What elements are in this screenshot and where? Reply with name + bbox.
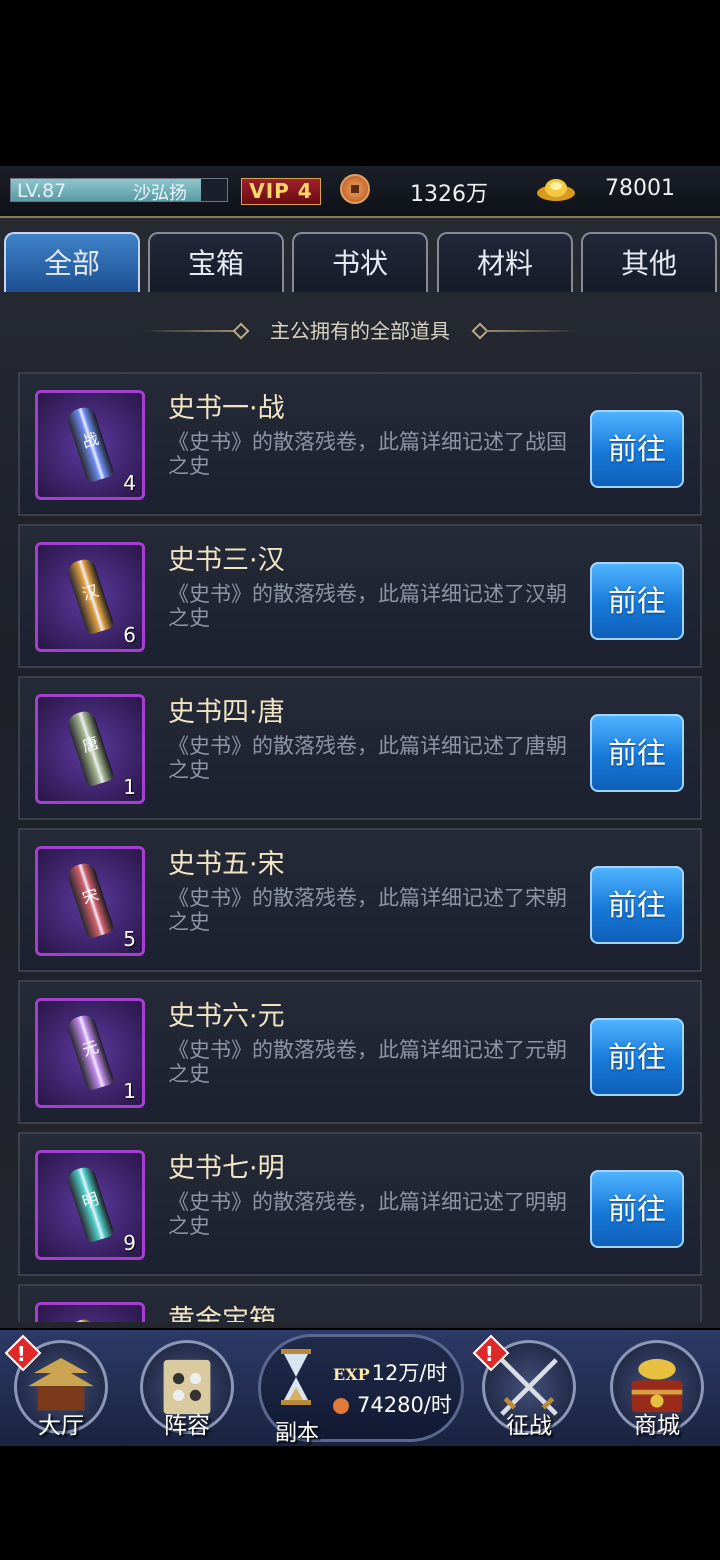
item-description: 《史书》的散落残卷，此篇详细记述了元朝之史 <box>168 1038 567 1086</box>
item-description: 《史书》的散落残卷，此篇详细记述了唐朝之史 <box>168 734 567 782</box>
tab-all[interactable]: 全部 <box>4 232 140 292</box>
item-quantity: 1 <box>123 775 136 799</box>
nav-shop-label: 商城 <box>634 1413 680 1439</box>
go-button[interactable]: 前往 <box>590 866 684 944</box>
nav-hall[interactable]: ! 大厅 <box>4 1334 116 1440</box>
vip-badge[interactable]: VIP 4 <box>241 178 321 205</box>
exp-tag: EXP <box>333 1365 370 1384</box>
nav-lineup-label: 阵容 <box>164 1413 210 1439</box>
bottom-nav: ! 大厅 阵容 EXP12万/时 74280/时 副本 ! 征战 商城 <box>0 1330 720 1446</box>
go-button[interactable]: 前往 <box>590 562 684 640</box>
item-card: 元 1 史书六·元《史书》的散落残卷，此篇详细记述了元朝之史 前往 <box>18 980 702 1124</box>
tab-other[interactable]: 其他 <box>581 232 717 292</box>
copper-rate-coin-icon <box>333 1398 349 1414</box>
gold-ingot-icon <box>537 179 575 201</box>
nav-dungeon[interactable]: EXP12万/时 74280/时 副本 <box>258 1334 464 1446</box>
scroll-shape <box>65 1316 115 1322</box>
item-quantity: 9 <box>123 1231 136 1255</box>
nav-lineup[interactable]: 阵容 <box>132 1336 242 1440</box>
go-button[interactable]: 前往 <box>590 1018 684 1096</box>
item-name: 史书一·战 <box>168 393 285 424</box>
item-name: 史书七·明 <box>168 1153 285 1184</box>
nav-shop[interactable]: 商城 <box>602 1336 712 1440</box>
tab-letters[interactable]: 书状 <box>292 232 428 292</box>
nav-hall-label: 大厅 <box>38 1413 84 1439</box>
item-description: 《史书》的散落残卷，此篇详细记述了宋朝之史 <box>168 886 567 934</box>
go-button[interactable]: 前往 <box>590 714 684 792</box>
copper-rate-value: 74280/时 <box>357 1393 452 1417</box>
history-scroll-icon <box>35 1302 145 1322</box>
history-scroll-icon: 元1 <box>35 998 145 1108</box>
item-card: 明 9 史书七·明《史书》的散落残卷，此篇详细记述了明朝之史 前往 <box>18 1132 702 1276</box>
item-quantity: 6 <box>123 623 136 647</box>
history-scroll-icon: 汉6 <box>35 542 145 652</box>
tab-chests[interactable]: 宝箱 <box>148 232 284 292</box>
history-scroll-icon: 明9 <box>35 1150 145 1260</box>
go-button[interactable]: 前往 <box>590 410 684 488</box>
section-subtitle: 主公拥有的全部道具 <box>270 319 450 343</box>
player-name: 沙弘扬 <box>133 183 187 204</box>
item-quantity: 4 <box>123 471 136 495</box>
history-scroll-icon: 战4 <box>35 390 145 500</box>
copper-coin-icon <box>340 174 370 204</box>
item-name: 史书四·唐 <box>168 697 285 728</box>
nav-campaign-label: 征战 <box>506 1413 552 1439</box>
item-card: 唐 1 史书四·唐《史书》的散落残卷，此篇详细记述了唐朝之史 前往 <box>18 676 702 820</box>
item-card: 汉 6 史书三·汉《史书》的散落残卷，此篇详细记述了汉朝之史 前往 <box>18 524 702 668</box>
tab-materials[interactable]: 材料 <box>437 232 573 292</box>
copper-amount: 1326万 <box>410 182 488 207</box>
history-scroll-icon: 唐1 <box>35 694 145 804</box>
inventory-panel: 全部 宝箱 书状 材料 其他 主公拥有的全部道具 战 4 史书一·战《史书》的散落残… <box>0 218 720 1328</box>
item-name: 黄金宝箱 <box>168 1305 276 1322</box>
go-button[interactable]: 前往 <box>590 1170 684 1248</box>
item-quantity: 5 <box>123 927 136 951</box>
item-name: 史书三·汉 <box>168 545 285 576</box>
item-quantity: 1 <box>123 1079 136 1103</box>
item-description: 《史书》的散落残卷，此篇详细记述了汉朝之史 <box>168 582 567 630</box>
copper-rate: 74280/时 <box>333 1389 452 1419</box>
item-card: 宋 5 史书五·宋《史书》的散落残卷，此篇详细记述了宋朝之史 前往 <box>18 828 702 972</box>
exp-rate: EXP12万/时 <box>333 1357 447 1387</box>
item-name: 史书五·宋 <box>168 849 285 880</box>
item-list[interactable]: 战 4 史书一·战 《史书》的散落残卷，此篇详细记述了战国之史 前往汉 6 史书三·汉 《史书… <box>18 372 702 1322</box>
subtitle-divider-right <box>486 330 581 332</box>
item-card: 黄金宝箱 <box>18 1284 702 1322</box>
item-name: 史书六·元 <box>168 1001 285 1032</box>
item-card: 战 4 史书一·战《史书》的散落残卷，此篇详细记述了战国之史 前往 <box>18 372 702 516</box>
exp-rate-value: 12万/时 <box>371 1361 448 1385</box>
status-bar: LV.87 沙弘扬 VIP 4 1326万 78001 <box>0 166 720 218</box>
item-description: 《史书》的散落残卷，此篇详细记述了明朝之史 <box>168 1190 567 1238</box>
gold-amount: 78001 <box>605 176 675 201</box>
item-description: 《史书》的散落残卷，此篇详细记述了战国之史 <box>168 430 567 478</box>
hourglass-icon <box>281 1349 311 1405</box>
player-level: LV.87 <box>17 180 67 202</box>
nav-campaign[interactable]: ! 征战 <box>472 1334 584 1440</box>
history-scroll-icon: 宋5 <box>35 846 145 956</box>
level-progress-bar: LV.87 沙弘扬 <box>10 178 228 204</box>
nav-dungeon-label: 副本 <box>275 1421 320 1446</box>
